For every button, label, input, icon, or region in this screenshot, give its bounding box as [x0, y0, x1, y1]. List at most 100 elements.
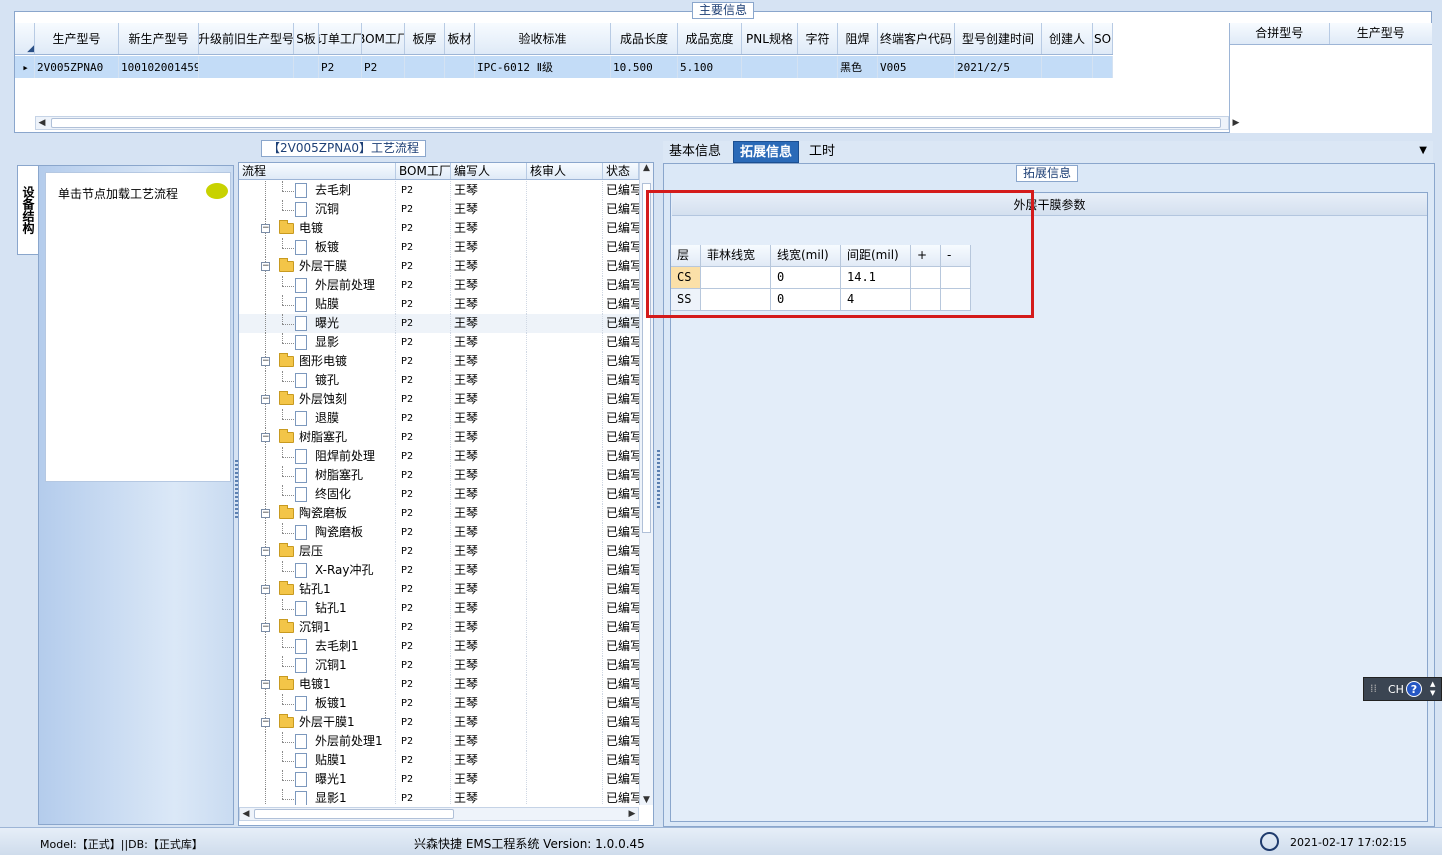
tree-row[interactable]: 钻孔1 P2 王琴 已编写: [239, 599, 639, 618]
tree-node-label[interactable]: 外层干膜: [299, 257, 347, 276]
tree-node-label[interactable]: 树脂塞孔: [315, 466, 363, 485]
tab-basic-info[interactable]: 基本信息: [663, 141, 727, 163]
tree-node-label[interactable]: 显影: [315, 333, 339, 352]
tree-node-label[interactable]: 沉铜1: [299, 618, 331, 637]
tree-node-label[interactable]: 外层蚀刻: [299, 390, 347, 409]
tree-row[interactable]: 陶瓷磨板 P2 王琴 已编写: [239, 523, 639, 542]
tree-scroll-right-icon[interactable]: ▶: [626, 808, 638, 820]
tree-node-label[interactable]: 去毛刺1: [315, 637, 359, 656]
tree-col-3[interactable]: 核审人: [527, 163, 603, 179]
tree-row[interactable]: − 图形电镀 P2 王琴 已编写: [239, 352, 639, 371]
collapse-icon[interactable]: −: [261, 718, 270, 727]
collapse-icon[interactable]: −: [261, 547, 270, 556]
main-info-hscroll[interactable]: ◀ ▶: [35, 116, 1239, 130]
tree-row[interactable]: − 电镀1 P2 王琴 已编写: [239, 675, 639, 694]
tree-row[interactable]: 镀孔 P2 王琴 已编写: [239, 371, 639, 390]
tree-row[interactable]: 沉铜 P2 王琴 已编写: [239, 200, 639, 219]
tree-node-label[interactable]: 陶瓷磨板: [315, 523, 363, 542]
collapse-icon[interactable]: −: [261, 357, 270, 366]
scroll-right-icon[interactable]: ▶: [1230, 117, 1242, 129]
collapse-icon[interactable]: −: [261, 433, 270, 442]
tree-node-label[interactable]: 钻孔1: [315, 599, 347, 618]
scroll-up-icon[interactable]: ▲: [640, 163, 653, 173]
col-header-10[interactable]: 成品长度: [611, 23, 678, 54]
tree-node-label[interactable]: 外层干膜1: [299, 713, 355, 732]
tree-row[interactable]: 阻焊前处理 P2 王琴 已编写: [239, 447, 639, 466]
tree-node-label[interactable]: 曝光1: [315, 770, 347, 789]
tab-dropdown-icon[interactable]: ▼: [1419, 145, 1427, 156]
tree-node-label[interactable]: 贴膜1: [315, 751, 347, 770]
col-header-8[interactable]: 板材: [445, 23, 475, 54]
ime-toolbar[interactable]: ⁞⁞ CH ? ▲ ▼: [1363, 677, 1442, 701]
tree-node-label[interactable]: 沉铜: [315, 200, 339, 219]
tree-col-0[interactable]: 流程: [239, 163, 396, 179]
process-tree-hscroll[interactable]: ◀ ▶: [239, 807, 639, 821]
ime-grip-icon[interactable]: ⁞⁞: [1370, 682, 1377, 695]
tree-node-label[interactable]: 陶瓷磨板: [299, 504, 347, 523]
tree-node-label[interactable]: 去毛刺: [315, 181, 351, 200]
help-icon[interactable]: ?: [1406, 681, 1422, 697]
merged-model-col[interactable]: 合拼型号: [1230, 23, 1330, 44]
merged-prod-model-col[interactable]: 生产型号: [1330, 23, 1432, 44]
tree-node-label[interactable]: 外层前处理1: [315, 732, 383, 751]
tree-row[interactable]: − 层压 P2 王琴 已编写: [239, 542, 639, 561]
tree-node-label[interactable]: 树脂塞孔: [299, 428, 347, 447]
tree-row[interactable]: 去毛刺 P2 王琴 已编写: [239, 181, 639, 200]
tree-node-label[interactable]: 电镀1: [299, 675, 331, 694]
main-info-hscroll-thumb[interactable]: [51, 118, 1221, 128]
col-header-16[interactable]: 型号创建时间: [955, 23, 1042, 54]
tree-node-label[interactable]: 板镀: [315, 238, 339, 257]
middle-splitter[interactable]: [657, 450, 660, 510]
tree-row[interactable]: − 外层干膜 P2 王琴 已编写: [239, 257, 639, 276]
col-header-2[interactable]: 新生产型号: [119, 23, 199, 54]
tree-node-label[interactable]: 钻孔1: [299, 580, 331, 599]
tree-col-1[interactable]: BOM工厂: [396, 163, 451, 179]
collapse-icon[interactable]: −: [261, 395, 270, 404]
tree-row[interactable]: 板镀 P2 王琴 已编写: [239, 238, 639, 257]
collapse-icon[interactable]: −: [261, 680, 270, 689]
tree-row[interactable]: 外层前处理1 P2 王琴 已编写: [239, 732, 639, 751]
tree-row[interactable]: 外层前处理 P2 王琴 已编写: [239, 276, 639, 295]
tree-node-label[interactable]: 曝光: [315, 314, 339, 333]
tree-row[interactable]: 树脂塞孔 P2 王琴 已编写: [239, 466, 639, 485]
tree-row[interactable]: 板镀1 P2 王琴 已编写: [239, 694, 639, 713]
tree-row[interactable]: 贴膜 P2 王琴 已编写: [239, 295, 639, 314]
col-header-15[interactable]: 终端客户代码: [878, 23, 955, 54]
ime-lang[interactable]: CH: [1388, 683, 1404, 696]
tree-row[interactable]: X-Ray冲孔 P2 王琴 已编写: [239, 561, 639, 580]
tree-node-label[interactable]: 贴膜: [315, 295, 339, 314]
tree-scroll-left-icon[interactable]: ◀: [240, 808, 252, 820]
tree-node-label[interactable]: 终固化: [315, 485, 351, 504]
col-header-12[interactable]: PNL规格: [742, 23, 798, 54]
tree-row[interactable]: 贴膜1 P2 王琴 已编写: [239, 751, 639, 770]
collapse-icon[interactable]: −: [261, 623, 270, 632]
tree-row[interactable]: 曝光 P2 王琴 已编写: [239, 314, 639, 333]
tree-col-4[interactable]: 状态: [603, 163, 639, 179]
collapse-icon[interactable]: −: [261, 509, 270, 518]
col-header-1[interactable]: 生产型号: [35, 23, 119, 54]
col-header-4[interactable]: S板: [294, 23, 319, 54]
collapse-icon[interactable]: −: [261, 224, 270, 233]
tree-node-label[interactable]: 退膜: [315, 409, 339, 428]
scroll-down-icon[interactable]: ▼: [640, 795, 653, 805]
tree-row[interactable]: − 钻孔1 P2 王琴 已编写: [239, 580, 639, 599]
tree-node-label[interactable]: 层压: [299, 542, 323, 561]
tree-row[interactable]: − 沉铜1 P2 王琴 已编写: [239, 618, 639, 637]
tree-row[interactable]: − 外层干膜1 P2 王琴 已编写: [239, 713, 639, 732]
col-header-18[interactable]: SO: [1093, 23, 1113, 54]
col-header-7[interactable]: 板厚: [405, 23, 445, 54]
tree-row[interactable]: 曝光1 P2 王琴 已编写: [239, 770, 639, 789]
scroll-left-icon[interactable]: ◀: [36, 117, 48, 129]
tree-row[interactable]: 退膜 P2 王琴 已编写: [239, 409, 639, 428]
tree-node-label[interactable]: X-Ray冲孔: [315, 561, 373, 580]
left-splitter[interactable]: [235, 460, 238, 520]
ime-options-icon[interactable]: ▲ ▼: [1430, 680, 1435, 698]
tree-row[interactable]: 显影 P2 王琴 已编写: [239, 333, 639, 352]
tree-row[interactable]: 终固化 P2 王琴 已编写: [239, 485, 639, 504]
tree-node-label[interactable]: 阻焊前处理: [315, 447, 375, 466]
col-header-11[interactable]: 成品宽度: [678, 23, 742, 54]
tree-row[interactable]: 显影1 P2 王琴 已编写: [239, 789, 639, 805]
tree-col-2[interactable]: 编写人: [451, 163, 527, 179]
tree-node-label[interactable]: 沉铜1: [315, 656, 347, 675]
main-info-grid-row[interactable]: ▸2V005ZPNA010010200145963 P2P2 IPC-6012 Ⅱ级…: [15, 56, 1113, 78]
